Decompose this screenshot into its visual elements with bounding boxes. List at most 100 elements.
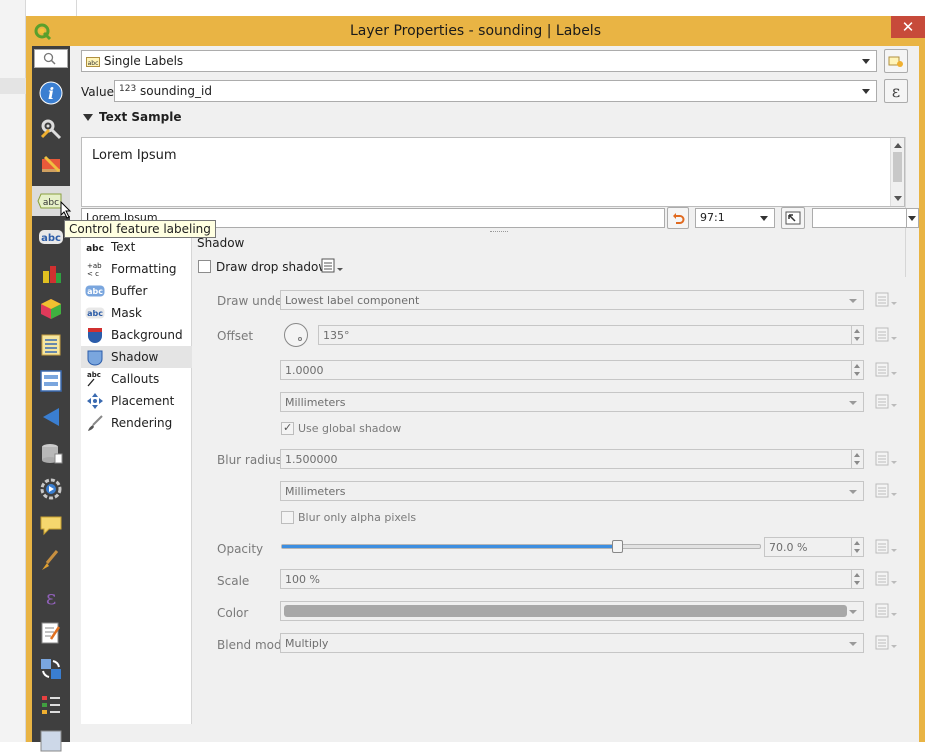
masks-icon[interactable]: abc [36,222,66,252]
symbology-icon[interactable] [36,150,66,180]
blend-mode-select[interactable]: Multiply [280,633,864,653]
color-swatch [284,605,847,617]
offset-distance-input[interactable]: 1.0000 [280,360,864,380]
draw-under-data-defined-button[interactable] [874,290,898,310]
preview-text: Lorem Ipsum [92,148,177,163]
tab-background-label: Background [111,328,183,342]
tab-buffer[interactable]: abc Buffer [81,280,192,302]
tab-formatting[interactable]: +ab < c Formatting [81,258,192,280]
tab-mask[interactable]: abc Mask [81,302,192,324]
qgis-server-icon[interactable] [36,726,66,756]
blur-unit-data-defined-button[interactable] [874,481,898,501]
blur-radius-spinner[interactable] [851,450,863,468]
opacity-slider[interactable] [281,540,761,553]
dialog-client: i abc abc ε abc Single Labels Value 123 … [32,46,919,752]
preview-scrollbar[interactable] [890,138,904,206]
chevron-down-icon [760,216,768,221]
opacity-spinner[interactable] [851,538,863,556]
data-defined-icon [875,327,897,342]
tab-text[interactable]: abc Text [81,236,192,258]
offset-unit-select[interactable]: Millimeters [280,392,864,412]
draw-under-select[interactable]: Lowest label component [280,290,864,310]
offset-angle-spinner[interactable] [851,326,863,344]
offset-distance-value: 1.0000 [285,364,324,377]
draw-drop-shadow-checkbox[interactable] [198,260,211,273]
opacity-data-defined-button[interactable] [874,537,898,557]
color-menu-toggle[interactable] [906,209,918,227]
preview-background-color-button[interactable] [812,208,919,228]
tab-rendering[interactable]: Rendering [81,412,192,434]
offset-distance-spinner[interactable] [851,361,863,379]
actions-icon[interactable] [36,474,66,504]
title-bar[interactable]: Layer Properties - sounding | Labels ✕ [26,16,925,46]
scale-spinner[interactable] [851,570,863,588]
tab-formatting-label: Formatting [111,262,177,276]
rendering-icon[interactable] [36,546,66,576]
blur-radius-data-defined-button[interactable] [874,449,898,469]
blur-radius-input[interactable]: 1.500000 [280,449,864,469]
tab-callouts[interactable]: abc Callouts [81,368,192,390]
spin-down-icon [854,549,860,553]
label-mode-select[interactable]: abc Single Labels [81,50,877,72]
opacity-slider-handle[interactable] [612,540,623,553]
label-mode-badge: abc [88,60,99,67]
spin-down-icon [854,581,860,585]
scale-from-canvas-button[interactable] [781,207,805,229]
offset-distance-data-defined-button[interactable] [874,360,898,380]
data-defined-icon [875,483,897,498]
data-defined-override-button[interactable] [320,256,344,276]
color-button[interactable] [280,601,864,621]
information-icon[interactable]: i [36,78,66,108]
preview-scale-select[interactable]: 97:1 [695,208,775,228]
display-icon[interactable] [36,510,66,540]
tab-placement[interactable]: Placement [81,390,192,412]
scale-data-defined-button[interactable] [874,569,898,589]
blur-unit-select[interactable]: Millimeters [280,481,864,501]
background-application-top [26,0,931,16]
dial-marker [298,337,302,341]
source-icon[interactable] [36,114,66,144]
variables-icon[interactable]: ε [36,582,66,612]
page-search-input[interactable] [34,49,68,68]
metadata-icon[interactable] [36,618,66,648]
blend-mode-data-defined-button[interactable] [874,633,898,653]
close-button[interactable]: ✕ [891,16,925,38]
offset-unit-data-defined-button[interactable] [874,392,898,412]
scroll-up-icon [894,143,902,148]
shadow-section-title: Shadow [197,236,245,250]
color-data-defined-button[interactable] [874,601,898,621]
single-labels-icon: abc [86,56,100,67]
dependencies-icon[interactable] [36,654,66,684]
offset-angle-input[interactable]: 135° [318,325,864,345]
diagrams-icon[interactable] [36,294,66,324]
blur-alpha-checkbox[interactable] [281,511,294,524]
scroll-thumb[interactable] [893,152,902,182]
svg-text:+ab: +ab [87,262,102,270]
3d-view-icon[interactable] [36,258,66,288]
reset-sample-button[interactable] [667,207,689,229]
map-canvas-scale-icon [785,211,801,225]
scale-input[interactable]: 100 % [280,569,864,589]
tab-shadow[interactable]: Shadow [81,346,192,368]
expression-button[interactable]: ε [884,79,908,103]
chevron-down-icon [849,610,857,614]
expression-icon: ε [891,81,901,101]
joins-icon[interactable] [36,402,66,432]
opacity-input[interactable]: 70.0 % [764,537,864,557]
data-defined-icon [875,362,897,377]
blur-alpha-label: Blur only alpha pixels [298,511,417,524]
text-sample-header[interactable]: Text Sample [83,110,181,124]
use-global-shadow-checkbox[interactable]: ✓ [281,421,294,435]
offset-label: Offset [217,329,254,343]
fields-icon[interactable] [36,330,66,360]
attributes-form-icon[interactable] [36,366,66,396]
rule-actions-button[interactable] [884,49,908,73]
auxiliary-storage-icon[interactable] [36,438,66,468]
tab-background[interactable]: Background [81,324,192,346]
placement-icon [85,392,105,410]
value-field-select[interactable]: 123 sounding_id [114,80,877,102]
legend-icon[interactable] [36,690,66,720]
offset-angle-data-defined-button[interactable] [874,325,898,345]
splitter-handle[interactable] [490,231,508,234]
offset-angle-dial[interactable] [284,323,308,347]
